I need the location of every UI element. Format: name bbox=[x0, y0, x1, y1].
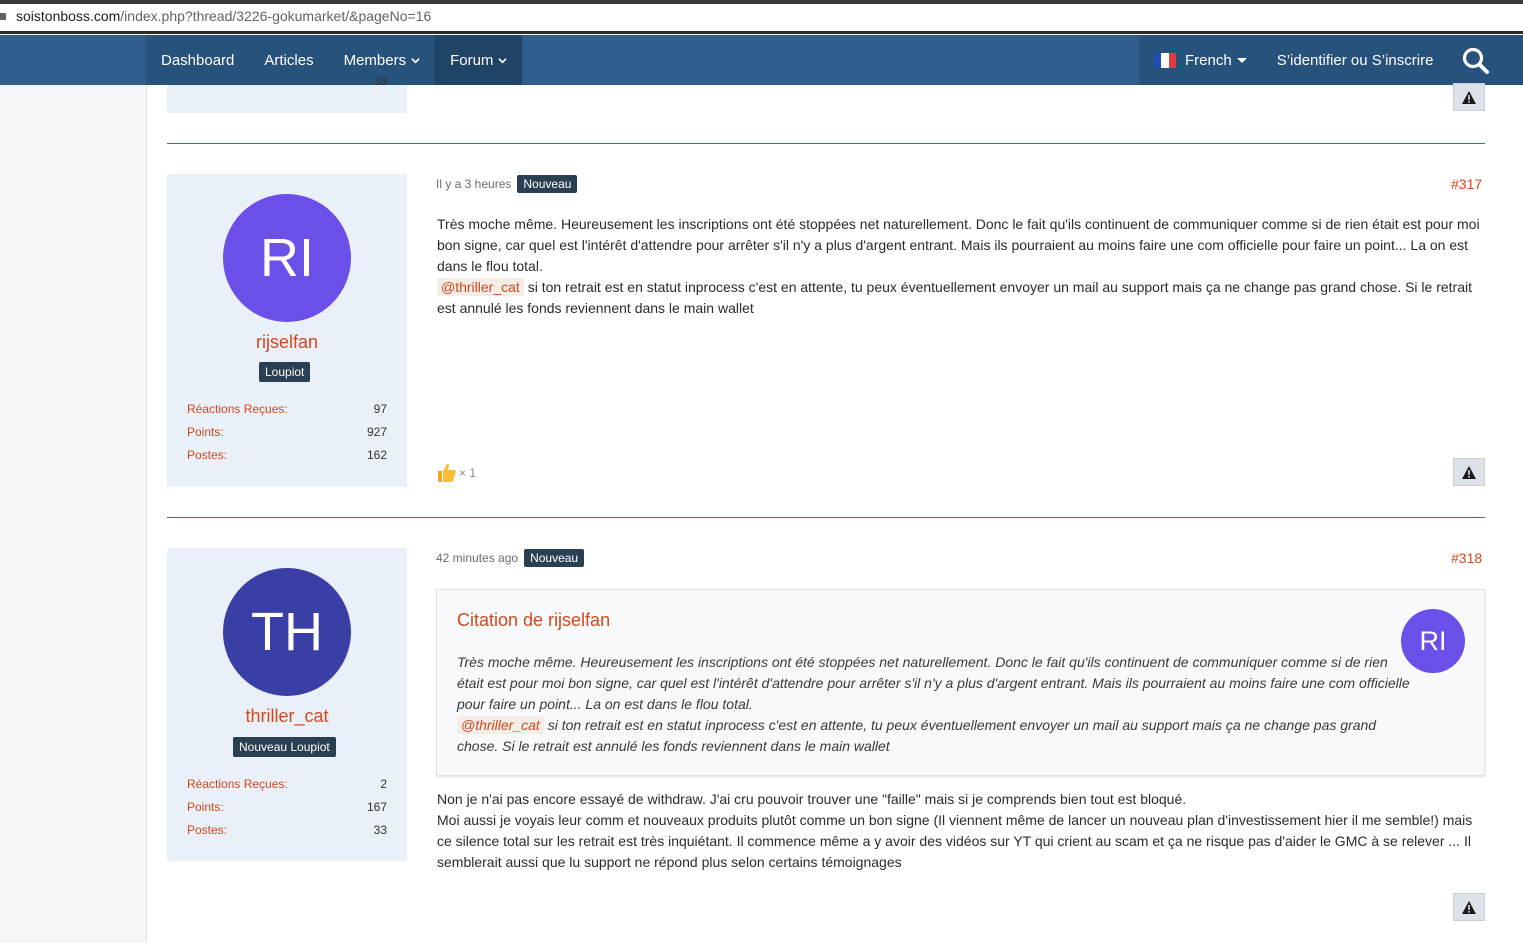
chevron-down-icon bbox=[411, 57, 420, 63]
lock-icon bbox=[0, 13, 6, 20]
reaction-count: × 1 bbox=[459, 465, 477, 480]
quote-title[interactable]: Citation de rijselfan bbox=[457, 610, 610, 631]
stat-reactions: Réactions Reçues: 97 bbox=[187, 402, 387, 416]
nav-user-area: French S’identifier ou S’inscrire bbox=[1139, 35, 1523, 85]
post-text: Moi aussi je voyais leur comm et nouveau… bbox=[437, 812, 1473, 870]
url-path: /index.php?thread/3226-gokumarket/&pageN… bbox=[120, 8, 432, 24]
quote-text: si ton retrait est en statut inprocess c… bbox=[457, 717, 1377, 754]
stat-posts: Postes: 162 bbox=[187, 448, 387, 462]
stat-reactions: Réactions Reçues: 2 bbox=[187, 777, 387, 791]
post-divider bbox=[167, 517, 1485, 518]
window-top-strip bbox=[0, 0, 1523, 4]
quote-text-line: @thriller_cat si ton retrait est en stat… bbox=[457, 715, 1417, 757]
quote-text: Très moche même. Heureusement les inscri… bbox=[457, 654, 1410, 712]
stat-label[interactable]: Points: bbox=[187, 425, 224, 439]
user-card-thriller-cat: TH thriller_cat Nouveau Loupiot Réaction… bbox=[167, 548, 407, 861]
nav-item-label: Members bbox=[343, 51, 407, 69]
post-number[interactable]: #318 bbox=[1451, 550, 1482, 566]
post-number[interactable]: #317 bbox=[1451, 176, 1482, 192]
stat-label[interactable]: Points: bbox=[187, 800, 224, 814]
stat-value: 167 bbox=[366, 800, 387, 814]
stat-value: 162 bbox=[366, 448, 387, 462]
search-icon[interactable] bbox=[1461, 46, 1491, 76]
stat-posts: Postes: 33 bbox=[187, 823, 387, 837]
stat-value: 97 bbox=[373, 402, 387, 416]
stat-value: 33 bbox=[373, 823, 387, 837]
previous-stat-fragment: 33 bbox=[187, 77, 387, 89]
stat-value: 2 bbox=[380, 777, 387, 791]
post-time[interactable]: Il y a 3 heures bbox=[436, 177, 511, 191]
report-button[interactable] bbox=[1453, 83, 1485, 111]
post-text-line: @thriller_cat si ton retrait est en stat… bbox=[437, 277, 1487, 319]
post-meta: 42 minutes ago Nouveau bbox=[436, 549, 585, 567]
french-flag-icon bbox=[1154, 52, 1176, 68]
post-time[interactable]: 42 minutes ago bbox=[436, 551, 518, 565]
post-text: si ton retrait est en statut inprocess c… bbox=[437, 279, 1473, 316]
url-host: soistonboss.com bbox=[16, 8, 121, 24]
avatar[interactable]: RI bbox=[223, 194, 351, 322]
report-button[interactable] bbox=[1453, 458, 1485, 486]
username[interactable]: rijselfan bbox=[167, 332, 407, 353]
quote-block: Citation de rijselfan RI Très moche même… bbox=[436, 589, 1485, 776]
stat-label[interactable]: Réactions Reçues: bbox=[187, 777, 288, 791]
new-badge: Nouveau bbox=[524, 549, 585, 567]
stat-value: 927 bbox=[366, 425, 387, 439]
user-mention[interactable]: @thriller_cat bbox=[437, 278, 524, 296]
user-mention[interactable]: @thriller_cat bbox=[457, 716, 544, 734]
user-rank-badge: Loupiot bbox=[259, 362, 311, 382]
avatar-initials: RI bbox=[260, 228, 314, 288]
avatar[interactable]: TH bbox=[223, 568, 351, 696]
user-rank-badge: Nouveau Loupiot bbox=[233, 737, 336, 757]
stat-label[interactable]: Réactions Reçues: bbox=[187, 402, 288, 416]
new-badge: Nouveau bbox=[517, 175, 578, 193]
stat-points: Points: 927 bbox=[187, 425, 387, 439]
language-selector[interactable]: French bbox=[1139, 35, 1262, 85]
nav-item-label: Forum bbox=[450, 51, 494, 69]
username[interactable]: thriller_cat bbox=[167, 706, 407, 727]
previous-user-card-fragment: 33 bbox=[167, 77, 407, 113]
warning-icon bbox=[1462, 90, 1476, 104]
post-body: Non je n'ai pas encore essayé de withdra… bbox=[437, 789, 1477, 873]
browser-url-bar[interactable]: soistonboss.com/index.php?thread/3226-go… bbox=[0, 0, 1523, 34]
previous-stat-value: 33 bbox=[373, 77, 387, 88]
post-body: Très moche même. Heureusement les inscri… bbox=[437, 214, 1487, 319]
post-meta: Il y a 3 heures Nouveau bbox=[436, 175, 578, 193]
thumbs-up-icon bbox=[438, 463, 456, 482]
report-button[interactable] bbox=[1453, 893, 1485, 921]
nav-item-label: Articles bbox=[264, 51, 314, 69]
post-text: Très moche même. Heureusement les inscri… bbox=[437, 216, 1480, 274]
avatar-initials: TH bbox=[251, 602, 323, 662]
nav-item-forum[interactable]: Forum bbox=[435, 35, 523, 85]
stat-label[interactable]: Postes: bbox=[187, 448, 227, 462]
chevron-down-icon bbox=[498, 57, 508, 63]
warning-icon bbox=[1462, 900, 1476, 914]
avatar-initials: RI bbox=[1419, 625, 1447, 656]
post-divider bbox=[167, 143, 1485, 144]
url-bar-bottom-strip bbox=[0, 31, 1523, 34]
stat-points: Points: 167 bbox=[187, 800, 387, 814]
nav-item-label: Dashboard bbox=[161, 51, 235, 69]
url-text[interactable]: soistonboss.com/index.php?thread/3226-go… bbox=[16, 8, 431, 24]
stat-label[interactable]: Postes: bbox=[187, 823, 227, 837]
quote-body: Très moche même. Heureusement les inscri… bbox=[457, 652, 1417, 757]
language-label: French bbox=[1185, 51, 1232, 69]
user-card-rijselfan: RI rijselfan Loupiot Réactions Reçues: 97… bbox=[167, 174, 407, 487]
caret-down-icon bbox=[1236, 57, 1247, 63]
login-register-link[interactable]: S’identifier ou S’inscrire bbox=[1262, 35, 1449, 85]
reaction-summary[interactable]: × 1 bbox=[436, 462, 476, 483]
post-text: Non je n'ai pas encore essayé de withdra… bbox=[437, 791, 1187, 807]
warning-icon bbox=[1462, 465, 1476, 479]
